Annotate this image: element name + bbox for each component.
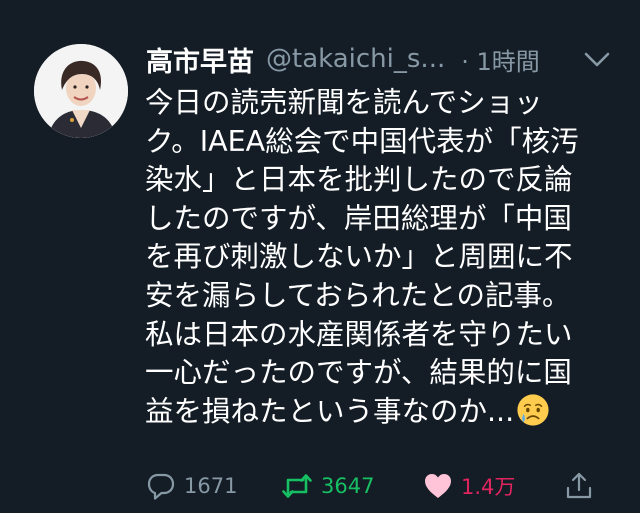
chevron-down-icon[interactable] [583,50,611,70]
reply-button[interactable]: 1671 [146,466,237,506]
like-button[interactable]: 1.4万 [423,466,515,506]
tweet-actions: 1671 3647 1.4万 [146,466,606,506]
tweet-text-line: を再び刺激しないか」と周囲に不 [145,240,573,274]
heart-icon [425,474,451,498]
tweet-text-line: 今日の読売新聞を読んでショッ [145,86,543,119]
display-name[interactable]: 高市早苗 [146,40,254,79]
tweet-text-line: 一心だったのですが、結果的に国 [145,356,572,390]
tweet-text-line: 私は日本の水産関係者を守りたい [145,317,573,351]
crying-face-emoji-icon [517,394,549,426]
retweet-count: 3647 [321,474,375,498]
retweet-icon [282,474,312,498]
tweet-header: 高市早苗 @takaichi_s... · 1時間 [146,40,540,78]
tweet-text: 今日の読売新聞を読んでショッ ク。IAEA総会で中国代表が「核汚 染水」と日本を… [145,84,615,431]
user-handle[interactable]: @takaichi_s... [266,44,445,74]
share-icon [566,472,592,499]
timestamp[interactable]: · 1時間 [461,42,540,77]
tweet-card[interactable]: 高市早苗 @takaichi_s... · 1時間 今日の読売新聞を読んでショッ… [0,0,640,513]
tweet-text-line: ク。IAEA総会で中国代表が「核汚 [145,124,579,158]
reply-count: 1671 [184,474,238,498]
tweet-text-line: 安を漏らしておられたとの記事。 [145,278,571,312]
like-count: 1.4万 [461,475,516,499]
reply-icon [147,473,175,500]
tweet-text-line: したのですが、岸田総理が「中国 [145,201,572,235]
tweet-text-line-content: 益を損ねたという事なのか... [145,394,515,428]
share-button[interactable] [564,466,594,506]
retweet-button[interactable]: 3647 [281,466,374,506]
avatar-image [34,44,128,138]
avatar[interactable] [34,44,128,138]
tweet-text-last-line: 益を損ねたという事なのか... [145,393,615,432]
tweet-text-line: 染水」と日本を批判したので反論 [145,163,573,197]
